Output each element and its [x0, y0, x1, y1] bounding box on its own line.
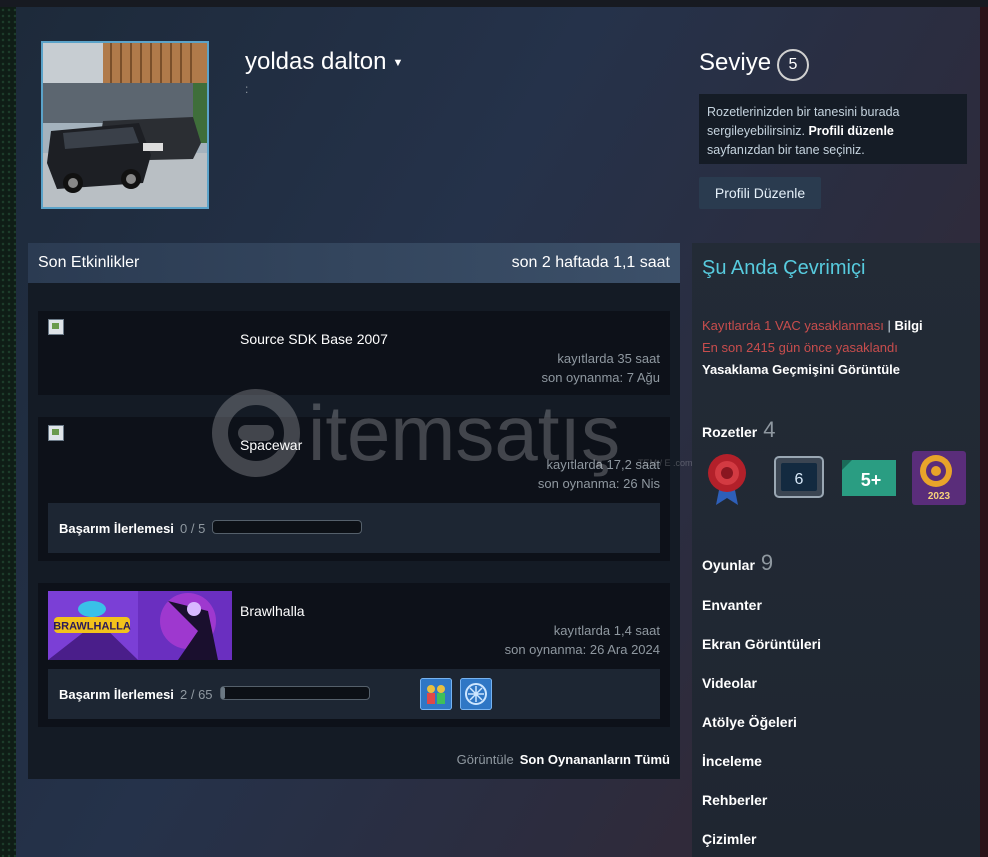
level-label: Seviye [699, 49, 772, 76]
game-meta: kayıtlarda 1,4 saat son oynanma: 26 Ara … [505, 621, 660, 659]
game-image-placeholder-icon[interactable] [48, 319, 64, 335]
chevron-down-icon[interactable]: ▼ [392, 57, 403, 69]
vac-ban-text: Kayıtlarda 1 VAC yasaklanması [702, 318, 884, 333]
recent-activity-title[interactable]: Son Etkinlikler [38, 254, 139, 272]
achievement-label: Başarım İlerlemesi [59, 687, 174, 702]
ban-history-link[interactable]: Yasaklama Geçmişini Görüntüle [702, 362, 900, 377]
game-capsule-image[interactable]: BRAWLHALLA [48, 591, 232, 660]
edit-profile-button[interactable]: Profili Düzenle [699, 177, 821, 209]
achievement-count: 2 / 65 [180, 687, 213, 702]
top-bar [0, 0, 988, 7]
view-all-recent: Görüntüle Son Oynananların Tümü [457, 752, 670, 767]
game-last-played: son oynanma: 7 Ağu [541, 370, 660, 385]
vac-info-link[interactable]: Bilgi [894, 318, 922, 333]
vac-separator: | [887, 318, 891, 333]
game-last-played: son oynanma: 26 Nis [537, 476, 660, 491]
game-title[interactable]: Brawlhalla [240, 603, 305, 619]
nav-workshop-items[interactable]: Atölye Öğeleri [702, 714, 797, 730]
nav-guides[interactable]: Rehberler [702, 792, 767, 808]
badges-count: 4 [763, 417, 776, 442]
games-count: 9 [760, 550, 774, 575]
brawlhalla-logo-text: BRAWLHALLA [53, 621, 131, 633]
recent-activity-header: Son Etkinlikler son 2 haftada 1,1 saat [28, 243, 680, 283]
achievement-label: Başarım İlerlemesi [59, 521, 174, 536]
vac-ban-age: En son 2415 gün önce yasaklandı [702, 340, 898, 355]
nav-videos[interactable]: Videolar [702, 675, 757, 691]
view-all-recent-link[interactable]: Son Oynananların Tümü [520, 752, 670, 767]
achievement-progress[interactable]: Başarım İlerlemesi 2 / 65 [48, 669, 660, 719]
achievement-progress-bar [220, 686, 370, 700]
badges-label[interactable]: Rozetler [702, 424, 757, 440]
nav-screenshots[interactable]: Ekran Görüntüleri [702, 636, 821, 652]
badge-6-text: 6 [795, 471, 804, 488]
game-hours: kayıtlarda 1,4 saat [553, 623, 660, 638]
game-hours: kayıtlarda 17,2 saat [546, 457, 660, 472]
online-status: Şu Anda Çevrimiçi [702, 257, 866, 279]
profile-sidebar: Şu Anda Çevrimiçi Kayıtlarda 1 VAC yasak… [692, 243, 980, 857]
vac-ban-line: Kayıtlarda 1 VAC yasaklanması | Bilgi [702, 318, 923, 333]
wax-seal-badge-icon[interactable] [700, 451, 754, 505]
edit-profile-link[interactable]: Profili düzenle [808, 124, 893, 138]
profile-username[interactable]: yoldas dalton ▼ [245, 48, 403, 76]
avatar-photo [43, 43, 207, 207]
page-background-right [980, 7, 988, 857]
achievement-count: 0 / 5 [180, 521, 206, 536]
profile-subtext: : [245, 82, 249, 96]
game-last-played: son oynanma: 26 Ara 2024 [504, 642, 660, 657]
nav-reviews[interactable]: İnceleme [702, 753, 762, 769]
badges-section-link[interactable]: Rozetler 4 [702, 417, 775, 443]
achievement-progress-bar [212, 520, 362, 534]
achievement-progress[interactable]: Başarım İlerlemesi 0 / 5 [48, 503, 660, 553]
badge-5plus-text: 5+ [861, 470, 882, 490]
game-row: Spacewar kayıtlarda 17,2 saat son oynanm… [38, 417, 670, 561]
recent-activity-summary: son 2 haftada 1,1 saat [511, 254, 670, 271]
steam-2023-badge-icon[interactable]: 2023 [912, 451, 966, 505]
game-collector-badge-icon[interactable]: 5+ [842, 451, 896, 505]
years-of-service-badge-icon[interactable]: 6 [772, 451, 826, 505]
game-row: Source SDK Base 2007 kayıtlarda 35 saat … [38, 311, 670, 395]
game-title[interactable]: Spacewar [240, 437, 302, 453]
game-row: BRAWLHALLA Brawlhalla kayıtlarda 1,4 saa… [38, 583, 670, 727]
nav-inventory[interactable]: Envanter [702, 597, 762, 613]
games-label[interactable]: Oyunlar [702, 557, 755, 573]
page-background-left [0, 7, 16, 857]
badge-2023-text: 2023 [928, 491, 951, 502]
username-text[interactable]: yoldas dalton [245, 48, 386, 75]
avatar[interactable] [41, 41, 209, 209]
view-label: Görüntüle [456, 752, 514, 767]
level-badge[interactable]: 5 [777, 49, 809, 81]
recent-activity-panel: Son Etkinlikler son 2 haftada 1,1 saat S… [28, 243, 680, 779]
achievement-icon[interactable] [460, 678, 492, 710]
game-image-placeholder-icon[interactable] [48, 425, 64, 441]
featured-badge-box: Rozetlerinizden bir tanesini burada serg… [699, 94, 967, 164]
badge-help-text-2: sayfanızdan bir tane seçiniz. [707, 143, 865, 157]
nav-artwork[interactable]: Çizimler [702, 831, 756, 847]
games-section-link[interactable]: Oyunlar 9 [702, 550, 773, 576]
achievement-progress-fill [221, 687, 226, 699]
achievement-icon[interactable] [420, 678, 452, 710]
game-meta: kayıtlarda 17,2 saat son oynanma: 26 Nis [538, 455, 660, 493]
game-meta: kayıtlarda 35 saat son oynanma: 7 Ağu [541, 349, 660, 387]
game-hours: kayıtlarda 35 saat [557, 351, 660, 366]
game-title[interactable]: Source SDK Base 2007 [240, 331, 388, 347]
